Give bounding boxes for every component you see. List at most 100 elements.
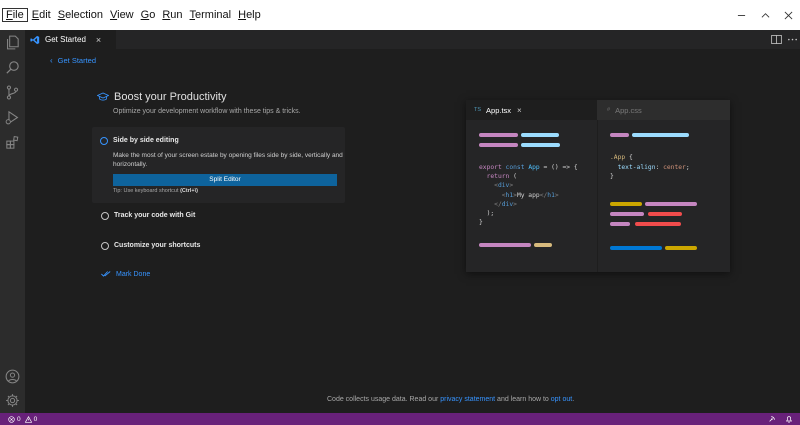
live-share-status[interactable]: [768, 415, 776, 423]
accounts-icon[interactable]: [4, 368, 21, 385]
menu-selection[interactable]: Selection: [55, 8, 106, 22]
telemetry-notice: Code collects usage data. Read our priva…: [327, 396, 574, 403]
tsx-code-line: return (: [479, 173, 517, 180]
code-placeholder-bar: [479, 243, 531, 247]
menu-terminal[interactable]: Terminal: [187, 8, 235, 22]
code-placeholder-bar: [479, 143, 518, 147]
code-placeholder-bar: [534, 243, 552, 247]
step-title: Customize your shortcuts: [114, 242, 201, 249]
minimize-button[interactable]: [729, 0, 753, 30]
minimize-icon: [737, 14, 745, 16]
menu-view[interactable]: View: [107, 8, 137, 22]
css-code-line: text-align: center;: [610, 164, 690, 171]
code-placeholder-bar: [610, 212, 644, 216]
telemetry-middle: and learn how to: [495, 396, 551, 403]
menu-edit-mnemonic: E: [31, 9, 40, 21]
code-placeholder-bar: [635, 222, 681, 226]
manage-gear-icon[interactable]: [4, 392, 21, 409]
more-actions-button[interactable]: [786, 33, 799, 46]
page-title: Boost your Productivity: [114, 91, 227, 103]
menu-help-mnemonic: H: [238, 9, 247, 21]
status-bar: 0 0: [0, 413, 800, 425]
menu-selection-label: election: [65, 9, 103, 21]
menu-edit[interactable]: Edit: [29, 8, 54, 22]
code-placeholder-bar: [645, 202, 697, 206]
step-radio-icon[interactable]: [100, 137, 108, 145]
vscode-logo-icon: [30, 35, 40, 44]
explorer-icon[interactable]: [4, 34, 21, 51]
code-placeholder-bar: [665, 246, 697, 250]
problems-status[interactable]: 0 0: [8, 415, 38, 423]
check-all-icon: [101, 271, 111, 277]
close-window-button[interactable]: [776, 0, 800, 30]
code-placeholder-bar: [521, 133, 559, 137]
step-radio-icon[interactable]: [101, 242, 109, 250]
preview-tab-bar: TS App.tsx × # App.css: [466, 100, 730, 120]
menu-terminal-label: erminal: [195, 9, 232, 21]
mark-done-button[interactable]: Mark Done: [101, 270, 150, 278]
code-placeholder-bar: [521, 143, 560, 147]
back-link-label: Get Started: [57, 56, 97, 65]
preview-tab-app-css: # App.css: [597, 100, 730, 120]
notifications-status[interactable]: [785, 415, 793, 423]
menu-help[interactable]: Help: [235, 8, 264, 22]
split-editor-preview: TS App.tsx × # App.css export const App …: [466, 100, 730, 272]
preview-tab-close-icon: ×: [517, 105, 522, 115]
error-count: 0: [17, 415, 21, 423]
preview-tab-label: App.tsx: [486, 105, 512, 115]
tip-prefix: Tip: Use keyboard shortcut: [113, 188, 181, 194]
tsx-code-line: <h1>My app</h1>: [501, 192, 559, 199]
code-placeholder-bar: [610, 246, 662, 250]
bell-icon: [785, 416, 793, 423]
menu-file[interactable]: File: [2, 8, 28, 22]
menu-go-label: o: [149, 9, 156, 21]
typescript-file-icon: TS: [474, 107, 482, 113]
keyboard-tip: Tip: Use keyboard shortcut (Ctrl+\): [113, 188, 198, 194]
tsx-code-line: }: [479, 219, 483, 226]
tsx-code-line: );: [479, 210, 495, 217]
split-editor-step-button[interactable]: Split Editor: [113, 174, 337, 186]
css-code-line: }: [610, 173, 614, 180]
step-title: Side by side editing: [113, 137, 179, 144]
step-radio-icon[interactable]: [101, 212, 109, 220]
menu-edit-label: dit: [39, 9, 51, 21]
warning-count: 0: [33, 415, 38, 423]
back-to-get-started-link[interactable]: ‹ Get Started: [50, 56, 96, 65]
code-placeholder-bar: [632, 133, 689, 137]
run-debug-icon[interactable]: [4, 109, 21, 126]
menu-selection-mnemonic: S: [57, 9, 66, 21]
tab-close-button[interactable]: ×: [96, 35, 101, 45]
menu-run-label: un: [170, 9, 183, 21]
activity-bar: [0, 30, 25, 413]
telemetry-suffix: .: [572, 396, 575, 403]
opt-out-link[interactable]: opt out: [551, 396, 572, 403]
split-editor-icon: [771, 35, 782, 44]
tab-get-started[interactable]: Get Started ×: [25, 30, 116, 49]
menu-go-mnemonic: G: [140, 9, 150, 21]
error-icon: [8, 415, 15, 423]
menu-file-mnemonic: F: [6, 9, 13, 21]
extensions-icon[interactable]: [4, 134, 21, 151]
search-icon[interactable]: [4, 59, 21, 76]
mortarboard-icon: [97, 92, 109, 101]
step-side-by-side-editing[interactable]: Side by side editing Make the most of yo…: [92, 127, 345, 203]
menu-bar: File Edit Selection View Go Run Terminal…: [0, 0, 800, 30]
menu-go[interactable]: Go: [138, 8, 159, 22]
privacy-statement-link[interactable]: privacy statement: [440, 396, 495, 403]
tsx-code-line: export const App = () => {: [479, 164, 578, 171]
maximize-button[interactable]: [753, 0, 777, 30]
step-title: Track your code with Git: [114, 212, 196, 219]
tip-shortcut: (Ctrl+\): [180, 188, 198, 194]
menu-run[interactable]: Run: [159, 8, 185, 22]
walkthrough-heading: Boost your Productivity: [97, 91, 227, 103]
code-placeholder-bar: [648, 212, 682, 216]
broadcast-icon: [769, 416, 775, 422]
code-placeholder-bar: [610, 202, 642, 206]
code-placeholder-bar: [610, 222, 630, 226]
source-control-icon[interactable]: [4, 84, 21, 101]
mark-done-label: Mark Done: [116, 270, 151, 278]
split-editor-button[interactable]: [770, 33, 783, 46]
editor-tab-bar: Get Started ×: [25, 30, 800, 49]
menu-help-label: elp: [246, 9, 261, 21]
menu-file-label: ile: [12, 9, 24, 21]
